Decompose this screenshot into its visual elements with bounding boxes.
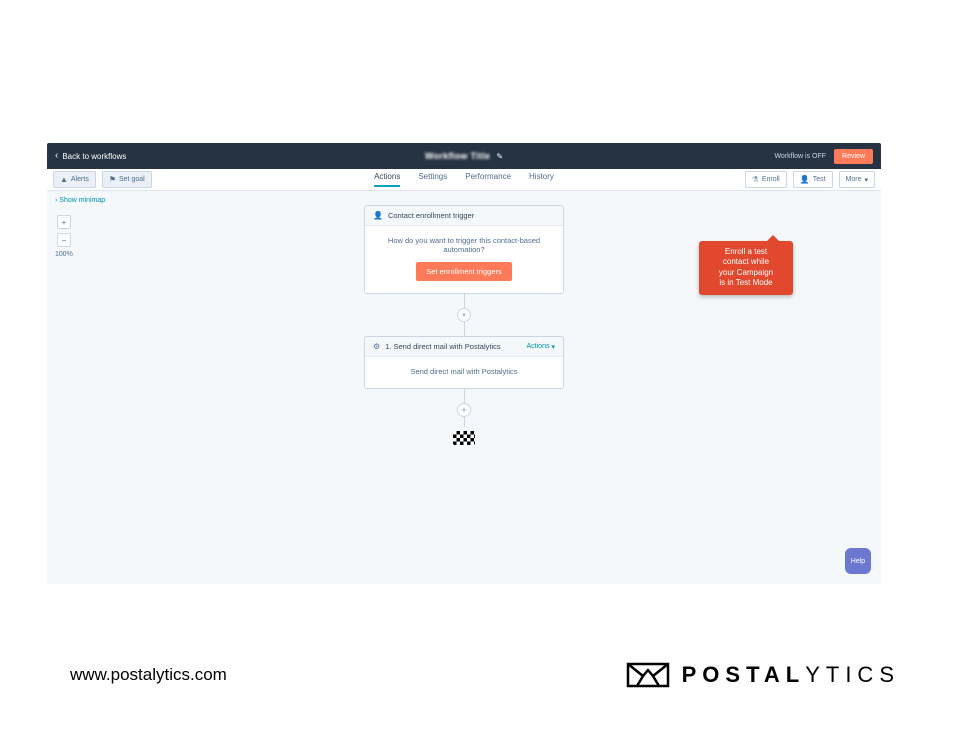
more-label: More <box>846 176 862 183</box>
zoom-in-button[interactable]: + <box>57 215 71 229</box>
trigger-card-body: How do you want to trigger this contact-… <box>365 226 563 293</box>
help-label: Help <box>851 558 865 565</box>
user-icon: 👤 <box>800 175 810 184</box>
zoom-out-button[interactable]: − <box>57 233 71 247</box>
topbar: ‹ Back to workflows Workflow Title ✎ Wor… <box>47 143 881 169</box>
action-card-body: Send direct mail with Postalytics <box>365 357 563 388</box>
topbar-right: Workflow is OFF Review <box>774 149 873 164</box>
test-button[interactable]: 👤 Test <box>793 171 833 188</box>
bell-icon: ▲ <box>60 175 68 184</box>
action-card-actions-menu[interactable]: Actions ▾ <box>527 343 555 351</box>
enrollment-trigger-card[interactable]: 👤 Contact enrollment trigger How do you … <box>364 205 564 294</box>
show-minimap-link[interactable]: › Show minimap <box>55 197 105 204</box>
alerts-button[interactable]: ▲ Alerts <box>53 171 96 188</box>
trigger-card-title: Contact enrollment trigger <box>388 211 474 220</box>
pencil-icon[interactable]: ✎ <box>496 152 503 161</box>
brand-name: POSTALYTICS <box>682 662 900 688</box>
contact-icon: 👤 <box>373 211 383 220</box>
add-step-button[interactable]: + <box>457 403 471 417</box>
connector <box>464 417 465 427</box>
workflow-canvas[interactable]: › Show minimap + − 100% 👤 Contact enroll… <box>47 191 881 584</box>
action-card-title: 1. Send direct mail with Postalytics <box>385 342 500 351</box>
set-goal-label: Set goal <box>119 176 145 183</box>
chevron-down-icon: ▾ <box>864 176 868 184</box>
tab-actions[interactable]: Actions <box>374 172 400 187</box>
annotation-callout: Enroll a test contact while your Campaig… <box>699 241 793 295</box>
workflow-status: Workflow is OFF <box>774 153 826 160</box>
back-label: Back to workflows <box>62 152 126 161</box>
footer-url: www.postalytics.com <box>70 665 227 685</box>
flask-icon: ⚗ <box>752 175 759 184</box>
tabs: Actions Settings Performance History <box>374 172 554 187</box>
chevron-left-icon: ‹ <box>55 151 58 161</box>
set-goal-button[interactable]: ⚑ Set goal <box>102 171 152 188</box>
action-card[interactable]: ⚙ 1. Send direct mail with Postalytics A… <box>364 336 564 389</box>
review-button[interactable]: Review <box>834 149 873 164</box>
trigger-card-desc: How do you want to trigger this contact-… <box>379 236 549 254</box>
add-step-button[interactable]: + <box>457 308 471 322</box>
alerts-label: Alerts <box>71 176 89 183</box>
workflow-title: Workflow Title <box>425 151 490 161</box>
chevron-right-icon: › <box>55 197 57 204</box>
app-screenshot: ‹ Back to workflows Workflow Title ✎ Wor… <box>47 143 881 584</box>
help-button[interactable]: Help <box>845 548 871 574</box>
tab-settings[interactable]: Settings <box>418 172 447 187</box>
tab-performance[interactable]: Performance <box>465 172 511 187</box>
zoom-controls: + − 100% <box>55 215 73 258</box>
more-button[interactable]: More ▾ <box>839 171 875 188</box>
slide-footer: www.postalytics.com POSTALYTICS <box>70 660 900 690</box>
workflow-flow: 👤 Contact enrollment trigger How do you … <box>364 205 564 445</box>
set-enrollment-triggers-button[interactable]: Set enrollment triggers <box>416 262 511 281</box>
trigger-card-header: 👤 Contact enrollment trigger <box>365 206 563 226</box>
end-flag-icon <box>453 431 475 445</box>
envelope-icon <box>626 660 670 690</box>
back-to-workflows[interactable]: ‹ Back to workflows <box>55 151 126 161</box>
action-card-header: ⚙ 1. Send direct mail with Postalytics A… <box>365 337 563 357</box>
workflow-title-area: Workflow Title ✎ <box>425 151 503 161</box>
brand-logo: POSTALYTICS <box>626 660 900 690</box>
action-card-desc: Send direct mail with Postalytics <box>379 367 549 376</box>
zoom-percentage: 100% <box>55 251 73 258</box>
gear-icon: ⚙ <box>373 342 380 351</box>
chevron-down-icon: ▾ <box>551 343 555 351</box>
secondary-toolbar: ▲ Alerts ⚑ Set goal Actions Settings Per… <box>47 169 881 191</box>
connector <box>464 389 465 403</box>
test-label: Test <box>813 176 826 183</box>
tab-history[interactable]: History <box>529 172 554 187</box>
flag-icon: ⚑ <box>109 175 116 184</box>
connector <box>464 294 465 308</box>
enroll-label: Enroll <box>762 176 780 183</box>
connector <box>464 322 465 336</box>
enroll-button[interactable]: ⚗ Enroll <box>745 171 787 188</box>
